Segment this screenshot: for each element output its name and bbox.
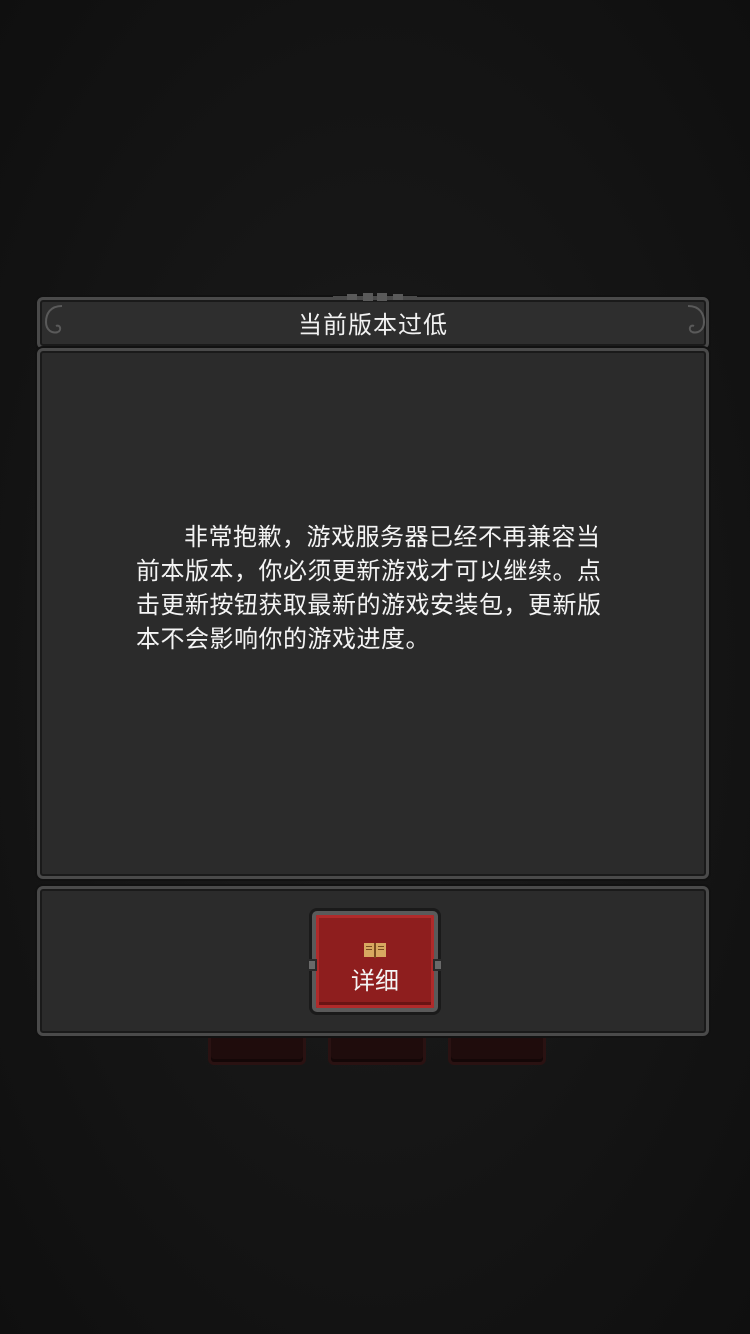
detail-button[interactable]: 详细 — [307, 911, 443, 1012]
detail-button-label: 详细 — [351, 967, 399, 995]
book-icon — [364, 943, 386, 958]
button-nub — [433, 959, 443, 971]
ornament-icon — [333, 293, 417, 301]
dialog-message: 非常抱歉，游戏服务器已经不再兼容当前本版本，你必须更新游戏才可以继续。点击更新按… — [136, 523, 602, 653]
game-screen: 当前版本过低 非常抱歉，游戏服务器已经不再兼容当前本版本，你必须更新游戏才可以继… — [0, 0, 750, 1334]
dialog-title: 当前版本过低 — [298, 311, 448, 339]
